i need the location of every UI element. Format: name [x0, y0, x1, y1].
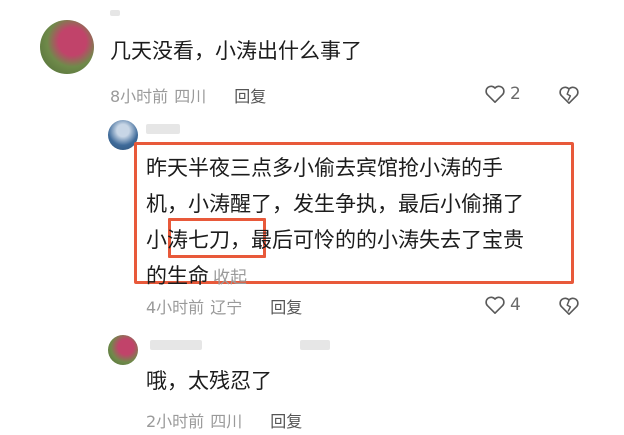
- reply-line: 昨天半夜三点多小偷去宾馆抢小涛的手: [146, 156, 503, 180]
- collapse-link[interactable]: 收起: [213, 268, 247, 288]
- reply-name-blurred[interactable]: [300, 340, 330, 350]
- reply-button[interactable]: 回复: [234, 83, 266, 107]
- broken-heart-icon[interactable]: [558, 296, 580, 316]
- reply-meta: 2小时前 四川 回复: [146, 408, 302, 432]
- broken-heart-icon[interactable]: [558, 85, 580, 105]
- reply-location: 四川: [210, 412, 243, 431]
- heart-outline-icon: [485, 85, 505, 103]
- reply-line-last: 的生命 收起: [146, 258, 566, 296]
- reply-time: 4小时前: [146, 298, 205, 317]
- reply-meta: 4小时前 辽宁 回复: [146, 294, 302, 318]
- reply-line-text: 的生命: [146, 264, 209, 288]
- reply-text: 昨天半夜三点多小偷去宾馆抢小涛的手 机，小涛醒了，发生争执，最后小偷捅了 小涛七…: [146, 150, 566, 296]
- reply-line: 机，小涛醒了，发生争执，最后小偷捅了: [146, 192, 524, 216]
- comment-time: 8小时前: [110, 87, 169, 106]
- commenter-name-blurred[interactable]: [110, 10, 120, 16]
- like-count: 4: [510, 295, 521, 315]
- like-button[interactable]: 4: [484, 295, 521, 315]
- reply-time: 2小时前: [146, 412, 205, 431]
- reply-avatar[interactable]: [108, 335, 138, 365]
- reply-button[interactable]: 回复: [270, 408, 302, 432]
- reply-button[interactable]: 回复: [270, 294, 302, 318]
- like-button[interactable]: 2: [484, 84, 521, 104]
- reply-name-blurred[interactable]: [146, 124, 180, 134]
- heart-outline-icon: [485, 296, 505, 314]
- reply-line: 小涛七刀，最后可怜的的小涛失去了宝贵: [146, 228, 524, 252]
- comment-text: 几天没看，小涛出什么事了: [110, 39, 362, 63]
- comment-location: 四川: [174, 87, 207, 106]
- reply-text: 哦，太残忍了: [146, 369, 272, 393]
- like-count: 2: [510, 84, 521, 104]
- reply-name-blurred[interactable]: [150, 340, 202, 350]
- reply-location: 辽宁: [210, 298, 243, 317]
- comment-meta: 8小时前 四川 回复: [110, 83, 266, 107]
- commenter-avatar[interactable]: [40, 20, 94, 74]
